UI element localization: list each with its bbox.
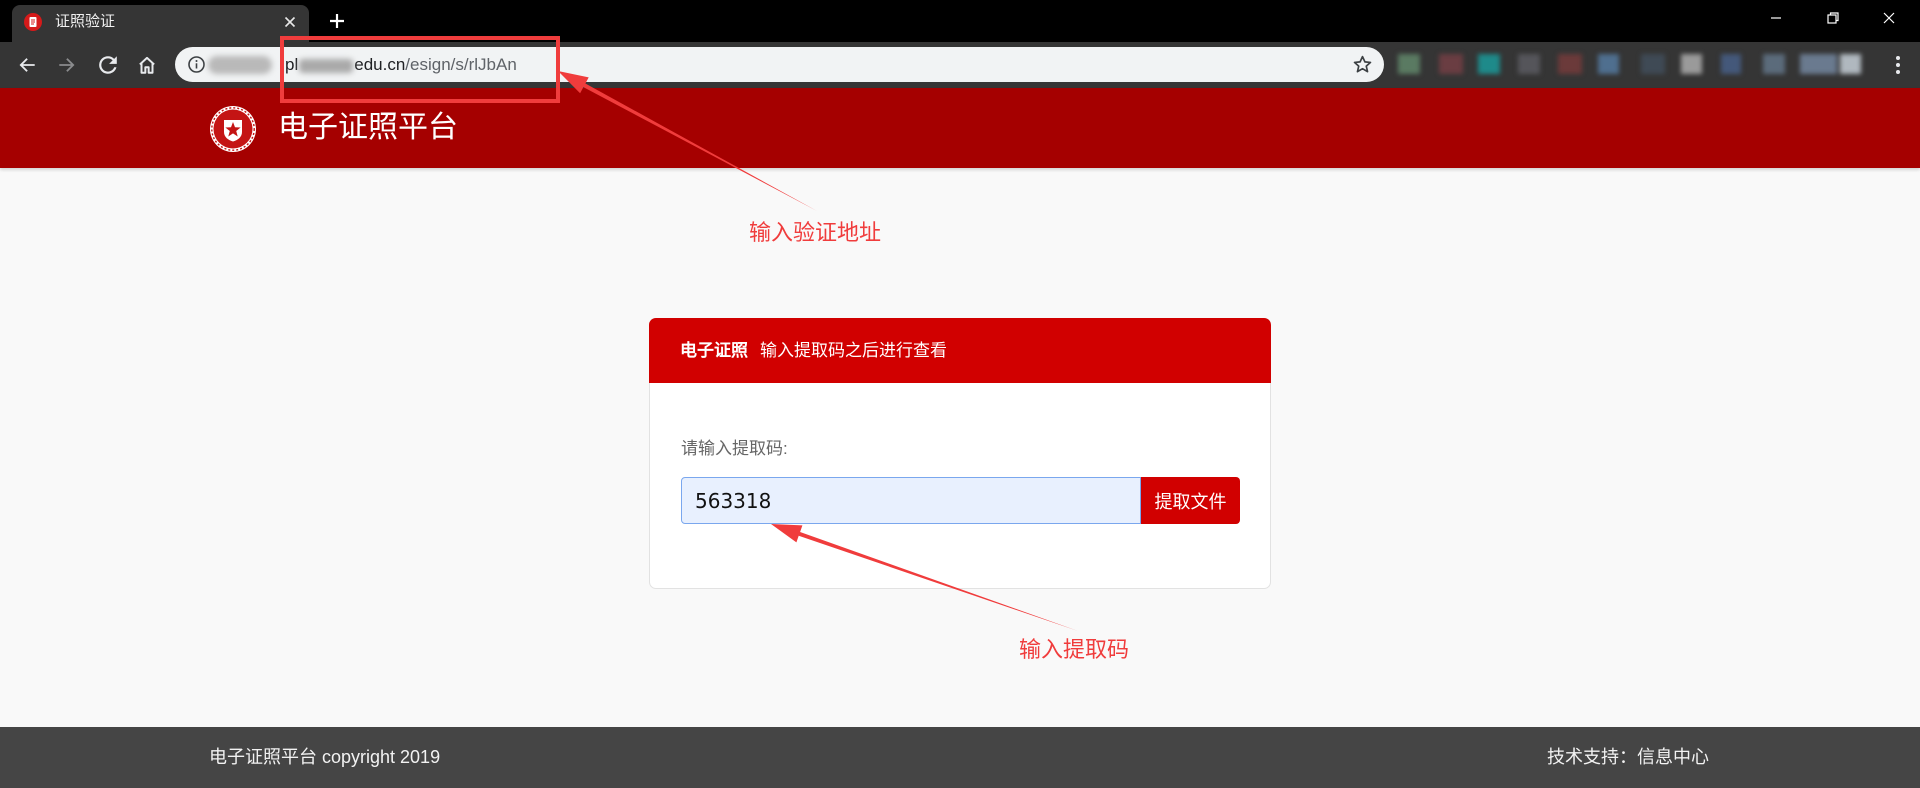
menu-dots-icon[interactable] bbox=[1888, 54, 1908, 76]
extract-code-card: 电子证照输入提取码之后进行查看 请输入提取码: 提取文件 bbox=[649, 318, 1271, 589]
card-header-title: 电子证照 bbox=[680, 341, 748, 360]
back-arrow-icon[interactable] bbox=[16, 54, 38, 76]
forward-arrow-icon[interactable] bbox=[56, 54, 78, 76]
card-header: 电子证照 输入提取码之后进行查看 bbox=[649, 318, 1271, 383]
tab-title: 证照验证 bbox=[55, 13, 116, 30]
annotation-code-note: 输入提取码 bbox=[1019, 637, 1130, 662]
annotation-url-note: 输入验证地址 bbox=[749, 220, 882, 245]
extract-code-label: 请输入提取码: bbox=[681, 439, 788, 458]
site-info-icon[interactable] bbox=[187, 55, 206, 74]
document-favicon-icon bbox=[24, 13, 42, 31]
new-tab-plus-icon[interactable] bbox=[328, 12, 346, 30]
extract-file-button[interactable]: 提取文件 bbox=[1141, 477, 1240, 524]
home-icon[interactable] bbox=[136, 54, 158, 76]
seal-star-logo-icon[interactable] bbox=[209, 105, 257, 153]
footer-tech-support: 技术支持：信息中心 bbox=[1547, 747, 1709, 767]
site-footer: 电子证照平台 copyright 2019 技术支持：信息中心 bbox=[0, 727, 1920, 788]
extract-code-input[interactable] bbox=[681, 477, 1141, 524]
bookmark-star-icon[interactable] bbox=[1352, 54, 1373, 75]
footer-copyright: 电子证照平台 copyright 2019 bbox=[209, 747, 441, 767]
annotation-url-highlight-box bbox=[280, 36, 560, 103]
card-header-subtitle: 输入提取码之后进行查看 bbox=[760, 341, 947, 360]
window-minimize-button[interactable] bbox=[1753, 0, 1799, 36]
blurred-extensions-area bbox=[1396, 48, 1873, 80]
reload-icon[interactable] bbox=[97, 54, 119, 76]
minimize-icon bbox=[1771, 17, 1781, 19]
close-icon bbox=[1883, 12, 1895, 24]
window-restore-button[interactable] bbox=[1810, 0, 1856, 36]
browser-tab-active[interactable]: 证照验证 bbox=[12, 5, 309, 42]
blurred-site-chip bbox=[208, 56, 272, 74]
restore-icon bbox=[1827, 12, 1839, 24]
window-close-button[interactable] bbox=[1866, 0, 1912, 36]
tab-close-icon[interactable] bbox=[282, 14, 298, 30]
